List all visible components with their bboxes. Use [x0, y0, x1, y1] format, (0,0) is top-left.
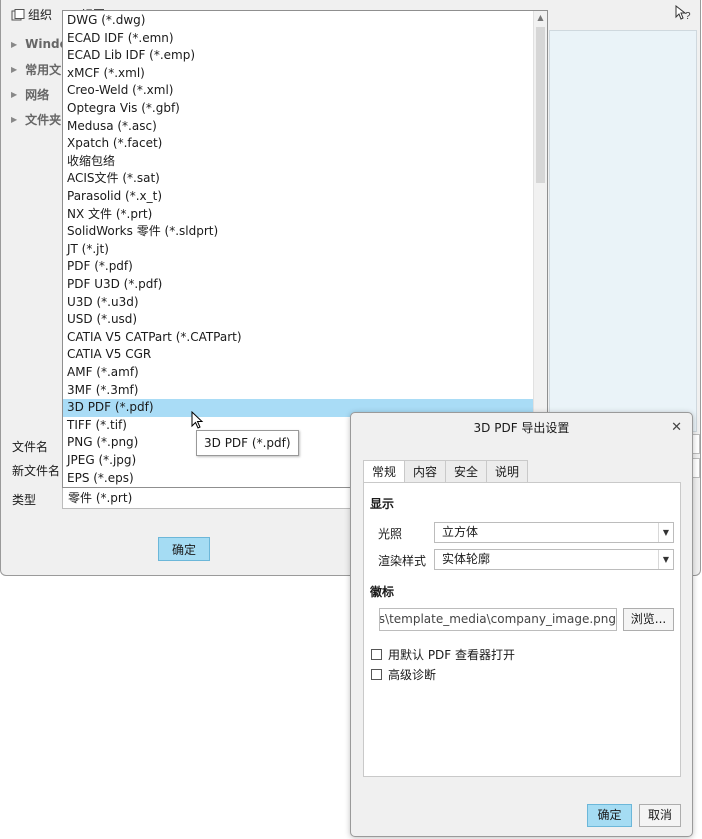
filename-label: 文件名	[12, 440, 49, 454]
file-type-option[interactable]: Creo-Weld (*.xml)	[63, 82, 535, 100]
help-cursor-icon[interactable]: ?	[675, 4, 693, 25]
chevron-down-icon[interactable]: ▼	[658, 523, 673, 542]
render-style-select[interactable]: 实体轮廓 ▼	[434, 549, 674, 570]
open-default-viewer-option[interactable]: 用默认 PDF 查看器打开	[371, 646, 515, 663]
file-type-option[interactable]: Parasolid (*.x_t)	[63, 188, 535, 206]
sidebar-item-network[interactable]: ▶ 网络	[11, 86, 49, 103]
logo-section-title: 徽标	[370, 585, 395, 599]
browse-button[interactable]: 浏览...	[623, 608, 674, 631]
file-type-option[interactable]: 收缩包络	[63, 153, 535, 171]
file-type-option[interactable]: Medusa (*.asc)	[63, 118, 535, 136]
expand-arrow-icon[interactable]: ▶	[11, 65, 17, 74]
organize-label: 组织	[28, 8, 53, 22]
chevron-down-icon[interactable]: ▼	[658, 550, 673, 569]
tooltip-text: 3D PDF (*.pdf)	[204, 436, 291, 450]
preview-pane	[549, 30, 697, 432]
advanced-diagnostics-label: 高级诊断	[388, 668, 437, 682]
file-type-option[interactable]: 3MF (*.3mf)	[63, 382, 535, 400]
sidebar-item-label: 常用文	[25, 63, 62, 77]
general-tab-panel: 显示 光照 立方体 ▼ 渲染样式 实体轮廓 ▼ 徽标 ates\template…	[363, 482, 681, 777]
sidebar-item-label: 网络	[25, 88, 50, 102]
open-default-viewer-checkbox[interactable]	[371, 649, 382, 660]
scrollbar-thumb[interactable]	[536, 27, 545, 183]
tab-content[interactable]: 内容	[404, 460, 447, 484]
svg-text:?: ?	[685, 11, 691, 21]
logo-path-input[interactable]: ates\template_media\company_image.png	[379, 608, 617, 631]
save-ok-label: 确定	[171, 542, 196, 557]
file-type-option[interactable]: ACIS文件 (*.sat)	[63, 170, 535, 188]
file-type-value: 零件 (*.prt)	[68, 491, 133, 505]
lighting-label: 光照	[378, 527, 403, 541]
advanced-diagnostics-option[interactable]: 高级诊断	[371, 666, 436, 683]
open-default-viewer-label: 用默认 PDF 查看器打开	[388, 648, 516, 662]
expand-arrow-icon[interactable]: ▶	[11, 90, 17, 99]
pdf-export-settings-dialog: 3D PDF 导出设置 ✕ 常规 内容 安全 说明 显示 光照 立方体 ▼ 渲染…	[350, 412, 693, 837]
render-style-value: 实体轮廓	[442, 552, 491, 566]
new-filename-label: 新文件名	[12, 464, 61, 478]
file-type-option[interactable]: AMF (*.amf)	[63, 364, 535, 382]
file-type-option[interactable]: xMCF (*.xml)	[63, 65, 535, 83]
file-type-option[interactable]: ECAD Lib IDF (*.emp)	[63, 47, 535, 65]
mouse-cursor-icon	[191, 411, 204, 429]
file-type-option[interactable]: PDF (*.pdf)	[63, 258, 535, 276]
file-type-option[interactable]: PDF U3D (*.pdf)	[63, 276, 535, 294]
sidebar-item-common[interactable]: ▶ 常用文	[11, 61, 61, 78]
sidebar-item-label: 文件夹	[25, 113, 62, 127]
display-section-title: 显示	[370, 497, 395, 511]
file-type-option[interactable]: SolidWorks 零件 (*.sldprt)	[63, 223, 535, 241]
tab-security[interactable]: 安全	[445, 460, 488, 484]
cancel-button[interactable]: 取消	[639, 804, 681, 827]
file-type-option[interactable]: DWG (*.dwg)	[63, 12, 535, 30]
lighting-select[interactable]: 立方体 ▼	[434, 522, 674, 543]
option-tooltip: 3D PDF (*.pdf)	[196, 430, 299, 456]
file-type-option[interactable]: CATIA V5 CGR	[63, 346, 535, 364]
expand-arrow-icon[interactable]: ▶	[11, 115, 17, 124]
save-ok-button[interactable]: 确定	[158, 537, 210, 561]
dialog-title: 3D PDF 导出设置	[473, 421, 570, 435]
organize-menu[interactable]: 组织	[11, 6, 52, 23]
tab-bar: 常规 内容 安全 说明	[363, 460, 529, 484]
advanced-diagnostics-checkbox[interactable]	[371, 669, 382, 680]
logo-path-value: ates\template_media\company_image.png	[379, 612, 616, 626]
organize-icon	[11, 8, 25, 20]
navigation-pane: ▶ Windo ▶ 常用文 ▶ 网络 ▶ 文件夹	[1, 30, 68, 430]
sidebar-item-folders[interactable]: ▶ 文件夹	[11, 111, 61, 128]
type-label: 类型	[12, 493, 37, 507]
tab-general[interactable]: 常规	[363, 460, 406, 484]
scroll-up-icon[interactable]: ▲	[534, 13, 547, 22]
lighting-value: 立方体	[442, 525, 479, 539]
file-type-option[interactable]: Optegra Vis (*.gbf)	[63, 100, 535, 118]
sidebar-item-windows[interactable]: ▶ Windo	[11, 37, 68, 51]
close-icon[interactable]: ✕	[671, 420, 682, 435]
file-type-option[interactable]: ECAD IDF (*.emn)	[63, 30, 535, 48]
file-type-option[interactable]: JT (*.jt)	[63, 241, 535, 259]
expand-arrow-icon[interactable]: ▶	[11, 40, 17, 49]
file-type-option[interactable]: Xpatch (*.facet)	[63, 135, 535, 153]
file-type-option[interactable]: CATIA V5 CATPart (*.CATPart)	[63, 329, 535, 347]
file-type-option[interactable]: USD (*.usd)	[63, 311, 535, 329]
tab-description[interactable]: 说明	[486, 460, 529, 484]
render-style-label: 渲染样式	[378, 554, 427, 568]
file-type-option[interactable]: NX 文件 (*.prt)	[63, 206, 535, 224]
ok-button[interactable]: 确定	[587, 804, 632, 827]
file-type-option[interactable]: U3D (*.u3d)	[63, 294, 535, 312]
